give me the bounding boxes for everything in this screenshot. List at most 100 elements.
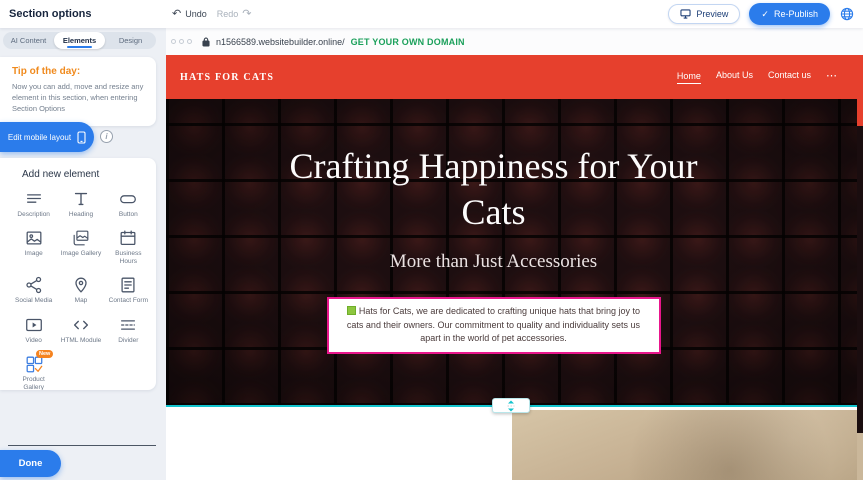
site-preview: HATS FOR CATS Home About Us Contact us ⋯… bbox=[166, 55, 863, 480]
undo-label: Undo bbox=[185, 9, 207, 19]
get-domain-link[interactable]: GET YOUR OWN DOMAIN bbox=[351, 37, 465, 47]
browser-dot-icon bbox=[179, 39, 184, 44]
element-map[interactable]: Map bbox=[57, 275, 104, 305]
edit-mobile-layout-button[interactable]: Edit mobile layout bbox=[0, 122, 94, 152]
nav-more-icon[interactable]: ⋯ bbox=[826, 73, 837, 84]
element-product-gallery[interactable]: New Product Gallery bbox=[10, 354, 57, 390]
element-image[interactable]: Image bbox=[10, 228, 57, 266]
contact-form-icon bbox=[117, 275, 139, 295]
add-element-title: Add new element bbox=[10, 169, 152, 180]
redo-button[interactable]: Redo ↷ bbox=[217, 9, 252, 20]
tab-elements[interactable]: Elements bbox=[54, 32, 105, 49]
heading-icon bbox=[70, 189, 92, 209]
next-section-image[interactable] bbox=[512, 410, 863, 480]
element-label: Description bbox=[17, 211, 50, 219]
element-divider[interactable]: Divider bbox=[105, 315, 152, 345]
preview-button[interactable]: Preview bbox=[668, 4, 740, 24]
scroll-strip-hero bbox=[857, 126, 863, 433]
tab-elements-label: Elements bbox=[63, 36, 96, 45]
lock-icon bbox=[202, 37, 210, 47]
republish-label: Re-Publish bbox=[774, 9, 818, 19]
element-label: Contact Form bbox=[109, 297, 148, 305]
monitor-icon bbox=[680, 9, 691, 19]
hero-paragraph: Hats for Cats, we are dedicated to craft… bbox=[347, 306, 640, 343]
button-icon bbox=[117, 189, 139, 209]
tab-ai-content-label: AI Content bbox=[11, 36, 46, 45]
description-icon bbox=[23, 189, 45, 209]
element-contact-form[interactable]: Contact Form bbox=[105, 275, 152, 305]
history-controls: ↶ Undo Redo ↷ bbox=[172, 0, 251, 28]
page-title: Section options bbox=[0, 8, 92, 20]
globe-icon[interactable] bbox=[839, 6, 855, 22]
html-module-icon bbox=[70, 315, 92, 335]
sidebar-divider bbox=[8, 445, 156, 446]
edit-mobile-layout-label: Edit mobile layout bbox=[8, 133, 71, 142]
sidebar: AI Content Elements Design Tip of the da… bbox=[0, 28, 166, 480]
hero-subtitle[interactable]: More than Just Accessories bbox=[166, 251, 821, 273]
check-icon: ✓ bbox=[761, 9, 769, 20]
element-label: Image Gallery bbox=[61, 250, 101, 258]
preview-label: Preview bbox=[696, 9, 728, 19]
done-label: Done bbox=[19, 458, 43, 469]
undo-icon: ↶ bbox=[172, 9, 181, 20]
element-label: Image bbox=[25, 250, 43, 258]
done-button[interactable]: Done bbox=[0, 450, 61, 477]
element-video[interactable]: Video bbox=[10, 315, 57, 345]
site-nav: Home About Us Contact us ⋯ bbox=[677, 70, 837, 84]
redo-icon: ↷ bbox=[242, 9, 251, 20]
element-social-media[interactable]: Social Media bbox=[10, 275, 57, 305]
nav-item-home[interactable]: Home bbox=[677, 71, 701, 85]
site-header: HATS FOR CATS Home About Us Contact us ⋯ bbox=[166, 55, 863, 99]
browser-dot-icon bbox=[187, 39, 192, 44]
divider-icon bbox=[117, 315, 139, 335]
phone-icon bbox=[77, 131, 86, 144]
topbar: Section options ↶ Undo Redo ↷ Preview ✓ … bbox=[0, 0, 863, 28]
tab-ai-content[interactable]: AI Content bbox=[3, 32, 54, 49]
info-icon[interactable]: i bbox=[100, 130, 113, 143]
nav-item-contact-us[interactable]: Contact us bbox=[768, 70, 811, 84]
scroll-strip-next bbox=[857, 433, 863, 480]
element-label: Button bbox=[119, 211, 138, 219]
site-logo[interactable]: HATS FOR CATS bbox=[180, 72, 274, 83]
element-image-gallery[interactable]: Image Gallery bbox=[57, 228, 104, 266]
new-badge: New bbox=[36, 350, 53, 359]
business-hours-icon bbox=[117, 228, 139, 248]
tab-design[interactable]: Design bbox=[105, 32, 156, 49]
element-html-module[interactable]: HTML Module bbox=[57, 315, 104, 345]
tab-design-label: Design bbox=[119, 36, 142, 45]
browser-bar: n1566589.websitebuilder.online/ GET YOUR… bbox=[166, 28, 863, 55]
scroll-strip-header bbox=[857, 82, 863, 126]
image-icon bbox=[23, 228, 45, 248]
element-heading[interactable]: Heading bbox=[57, 189, 104, 219]
nav-item-about-us[interactable]: About Us bbox=[716, 70, 753, 84]
tip-body: Now you can add, move and resize any ele… bbox=[12, 82, 144, 115]
redo-label: Redo bbox=[217, 9, 239, 19]
site-url[interactable]: n1566589.websitebuilder.online/ bbox=[216, 37, 345, 47]
element-handle-icon[interactable] bbox=[347, 306, 356, 315]
element-business-hours[interactable]: Business Hours bbox=[105, 228, 152, 266]
element-description[interactable]: Description bbox=[10, 189, 57, 219]
browser-dot-icon bbox=[171, 39, 176, 44]
topbar-actions: Preview ✓ Re-Publish bbox=[668, 3, 863, 25]
element-label: Product Gallery bbox=[12, 376, 56, 390]
element-label: Map bbox=[75, 297, 88, 305]
hero-section[interactable]: Crafting Happiness for Your Cats More th… bbox=[166, 99, 863, 406]
element-label: Heading bbox=[69, 211, 93, 219]
hero-text-block-selected[interactable]: Hats for Cats, we are dedicated to craft… bbox=[327, 297, 661, 354]
app-window: Section options ↶ Undo Redo ↷ Preview ✓ … bbox=[0, 0, 863, 480]
scroll-strip bbox=[857, 82, 863, 480]
tip-title: Tip of the day: bbox=[12, 66, 144, 77]
element-label: Business Hours bbox=[106, 250, 150, 266]
resize-arrows-icon bbox=[506, 400, 516, 412]
sidebar-tabs: AI Content Elements Design bbox=[3, 32, 156, 49]
social-media-icon bbox=[23, 275, 45, 295]
tip-of-the-day-card: Tip of the day: Now you can add, move an… bbox=[0, 57, 156, 126]
element-label: HTML Module bbox=[61, 337, 102, 345]
hero-title[interactable]: Crafting Happiness for Your Cats bbox=[254, 99, 734, 235]
section-resize-handle[interactable] bbox=[492, 398, 530, 413]
element-label: Divider bbox=[118, 337, 138, 345]
element-button[interactable]: Button bbox=[105, 189, 152, 219]
undo-button[interactable]: ↶ Undo bbox=[172, 9, 207, 20]
add-element-panel: Add new element Description Heading Butt… bbox=[0, 158, 156, 390]
republish-button[interactable]: ✓ Re-Publish bbox=[749, 3, 830, 25]
